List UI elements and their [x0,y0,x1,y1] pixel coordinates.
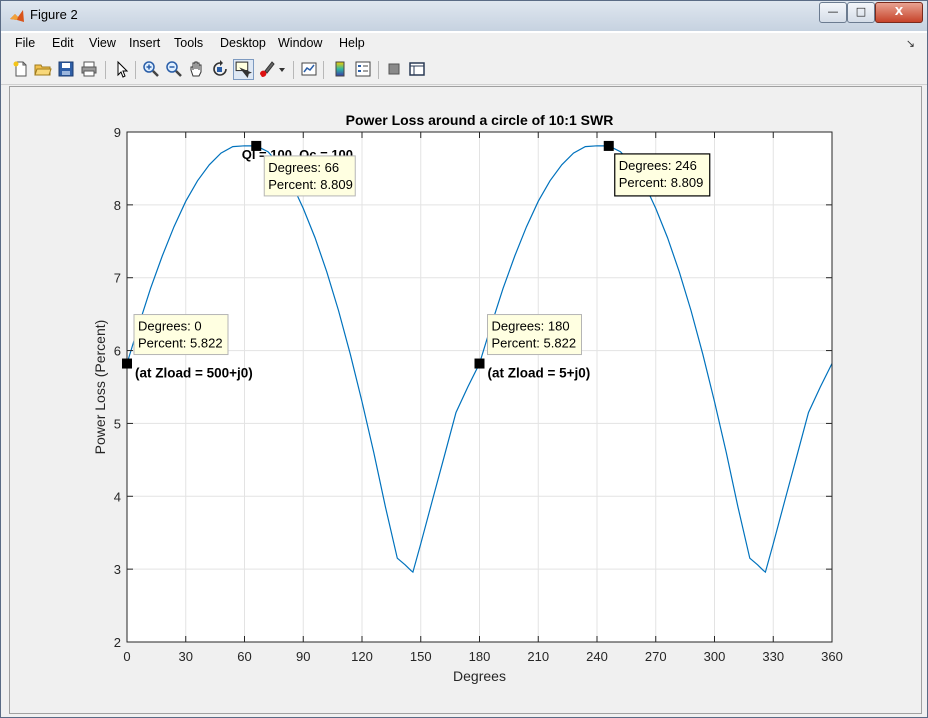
y-tick-label: 7 [114,271,121,286]
datatip-marker[interactable] [603,140,614,151]
datatip-marker[interactable] [251,140,262,151]
y-tick-label: 5 [114,416,121,431]
x-tick-label: 150 [410,649,432,664]
x-tick-label: 90 [296,649,310,664]
x-tick-label: 300 [704,649,726,664]
y-tick-label: 9 [114,125,121,140]
datatip-degrees-text: Degrees: 0 [138,319,202,334]
y-tick-label: 3 [114,562,121,577]
datatip-degrees-text: Degrees: 180 [492,319,570,334]
datatip-percent-text: Percent: 5.822 [492,336,577,351]
y-tick-label: 2 [114,635,121,650]
datatip-marker[interactable] [122,358,132,369]
x-tick-label: 360 [821,649,843,664]
datatip-degrees-text: Degrees: 66 [268,160,339,175]
y-tick-label: 4 [114,489,121,504]
chart-title: Power Loss around a circle of 10:1 SWR [346,112,614,128]
zload-annotation: (at Zload = 5+j0) [488,366,591,381]
x-tick-label: 180 [469,649,491,664]
datatip-percent-text: Percent: 8.809 [619,175,704,190]
y-tick-label: 8 [114,198,121,213]
x-tick-label: 0 [123,649,130,664]
power-loss-chart[interactable]: 0 30 60 90 120 150 180 210 240 270 300 330 360 2 3 4 5 6 7… [1,1,927,717]
datatip-percent-text: Percent: 5.822 [138,336,223,351]
zload-annotation: (at Zload = 500+j0) [135,366,253,381]
x-tick-label: 120 [351,649,373,664]
x-tick-label: 240 [586,649,608,664]
y-axis-label: Power Loss (Percent) [92,320,108,455]
datatip-degrees-text: Degrees: 246 [619,158,697,173]
x-tick-label: 30 [179,649,193,664]
x-tick-label: 270 [645,649,667,664]
x-tick-label: 330 [762,649,784,664]
datatip-marker[interactable] [474,358,485,369]
y-tick-label: 6 [114,344,121,359]
x-axis-label: Degrees [453,668,506,684]
figure-window: Figure 2 — □ X File Edit View Insert Too… [0,0,928,718]
x-tick-label: 60 [237,649,251,664]
x-tick-label: 210 [527,649,549,664]
datatip-percent-text: Percent: 8.809 [268,177,353,192]
